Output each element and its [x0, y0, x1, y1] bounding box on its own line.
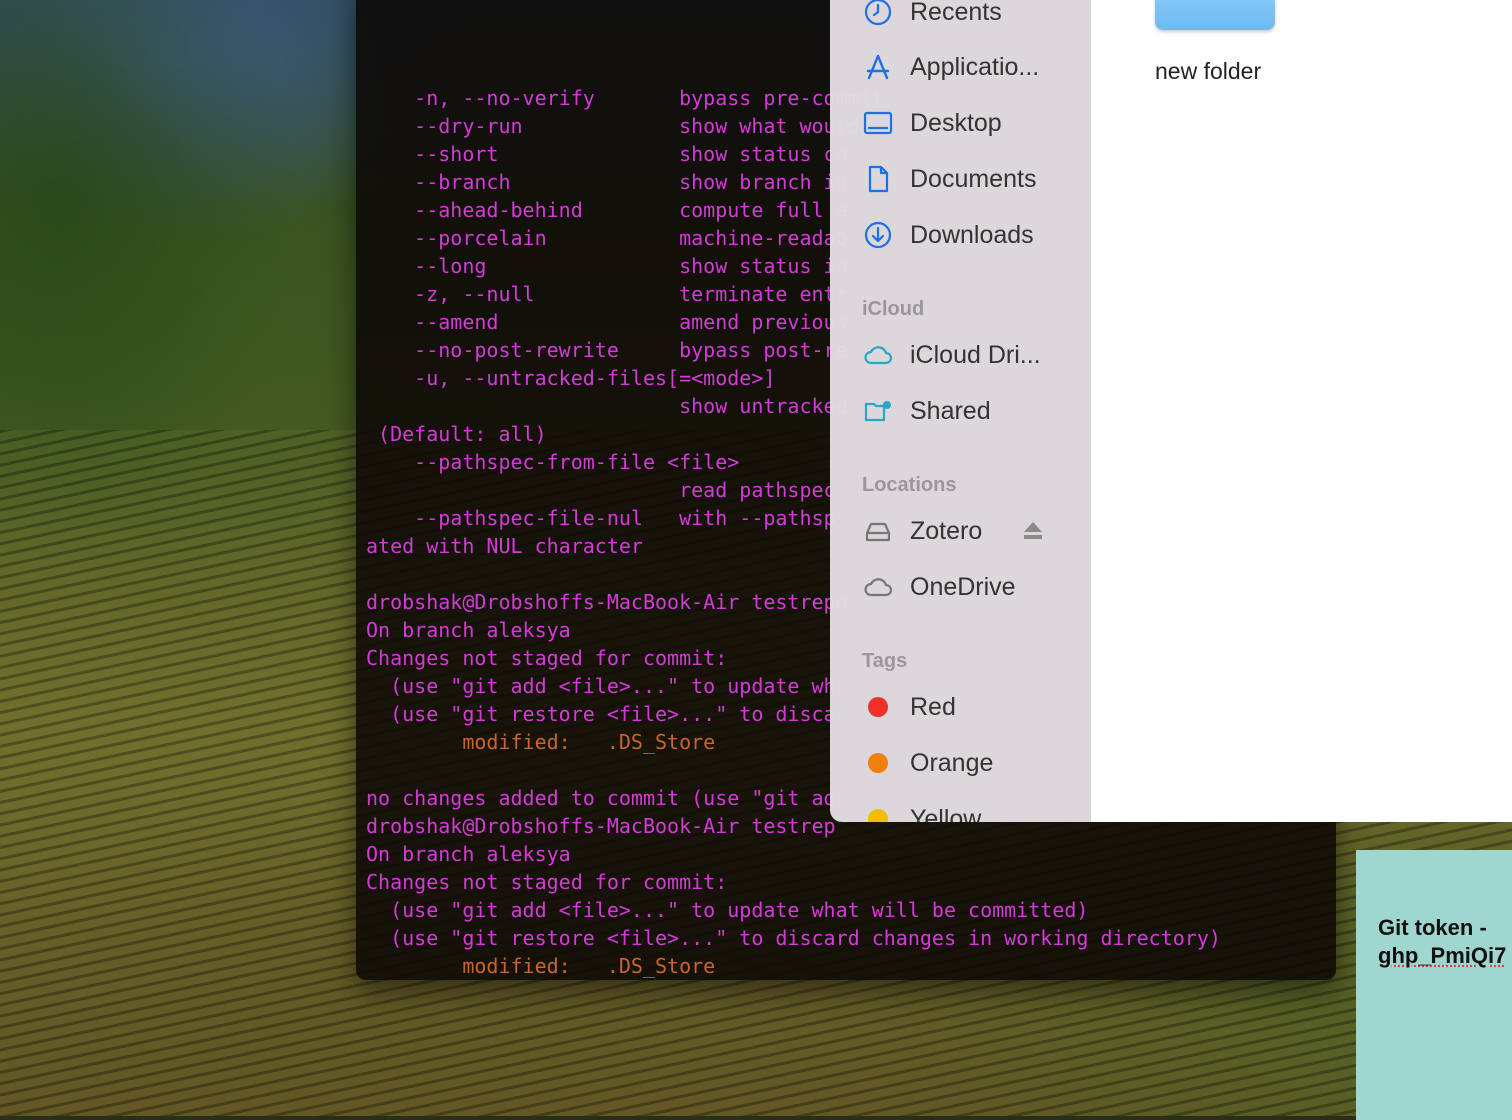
sticky-note-text[interactable]: Git token - ghp_PmiQi7 — [1378, 914, 1506, 970]
section-heading-tags: Tags — [862, 650, 907, 673]
sidebar-item-zotero[interactable]: Zotero — [862, 511, 982, 551]
sidebar-item-onedrive[interactable]: OneDrive — [862, 567, 1016, 607]
sidebar-item-recents[interactable]: Recents — [862, 0, 1002, 32]
sidebar-item-icloud-drive[interactable]: iCloud Dri... — [862, 335, 1041, 375]
folder-label[interactable]: new folder — [1155, 58, 1261, 85]
download-icon — [862, 219, 894, 251]
clock-icon — [862, 0, 894, 28]
sticky-line-1: Git token - — [1378, 915, 1487, 940]
tag-color-orange — [868, 753, 888, 773]
sidebar-item-label: Downloads — [910, 221, 1034, 250]
sidebar-item-label: Desktop — [910, 109, 1002, 138]
sidebar-item-label: Orange — [910, 749, 993, 778]
sidebar-item-tag-red[interactable]: Red — [862, 687, 956, 727]
sticky-line-2: ghp_PmiQi7 — [1378, 943, 1506, 968]
cloud-icon — [862, 571, 894, 603]
sidebar-item-tag-orange[interactable]: Orange — [862, 743, 993, 783]
finder-content-area[interactable]: new folder — [1091, 0, 1512, 822]
sidebar-item-documents[interactable]: Documents — [862, 159, 1036, 199]
desktop-icon — [862, 107, 894, 139]
sidebar-item-label: Shared — [910, 397, 991, 426]
sidebar-item-label: Documents — [910, 165, 1036, 194]
tag-color-yellow — [868, 809, 888, 822]
sidebar-item-label: Recents — [910, 0, 1002, 27]
tag-color-red — [868, 697, 888, 717]
cloud-icon — [862, 339, 894, 371]
sidebar-item-downloads[interactable]: Downloads — [862, 215, 1034, 255]
sidebar-item-label: OneDrive — [910, 573, 1016, 602]
folder-icon[interactable] — [1155, 0, 1275, 30]
terminal-line: (use "git restore <file>..." to discard … — [366, 924, 1336, 952]
terminal-line: On branch aleksya — [366, 840, 1336, 868]
sidebar-item-label: Yellow — [910, 805, 981, 823]
tag-dot-icon — [862, 747, 894, 779]
terminal-line: (use "git add <file>..." to update what … — [366, 896, 1336, 924]
tag-dot-icon — [862, 803, 894, 822]
sidebar-item-tag-yellow[interactable]: Yellow — [862, 799, 981, 822]
sidebar-item-applications[interactable]: Applicatio... — [862, 47, 1039, 87]
sidebar-item-label: Zotero — [910, 517, 982, 546]
finder-sidebar: Recents Applicatio... Desktop Documents … — [830, 0, 1091, 822]
terminal-line: Changes not staged for commit: — [366, 868, 1336, 896]
sidebar-item-shared[interactable]: Shared — [862, 391, 991, 431]
section-heading-icloud: iCloud — [862, 298, 924, 321]
sidebar-item-label: Applicatio... — [910, 53, 1039, 82]
terminal-line: modified: .DS_Store — [366, 952, 1336, 980]
sidebar-item-desktop[interactable]: Desktop — [862, 103, 1002, 143]
drive-icon — [862, 515, 894, 547]
sticky-note[interactable]: Git token - ghp_PmiQi7 — [1356, 850, 1512, 1120]
sidebar-item-label: Red — [910, 693, 956, 722]
document-icon — [862, 163, 894, 195]
applications-icon — [862, 51, 894, 83]
sidebar-item-label: iCloud Dri... — [910, 341, 1041, 370]
eject-icon[interactable] — [1022, 520, 1044, 542]
tag-dot-icon — [862, 691, 894, 723]
shared-folder-icon — [862, 395, 894, 427]
section-heading-locations: Locations — [862, 474, 956, 497]
